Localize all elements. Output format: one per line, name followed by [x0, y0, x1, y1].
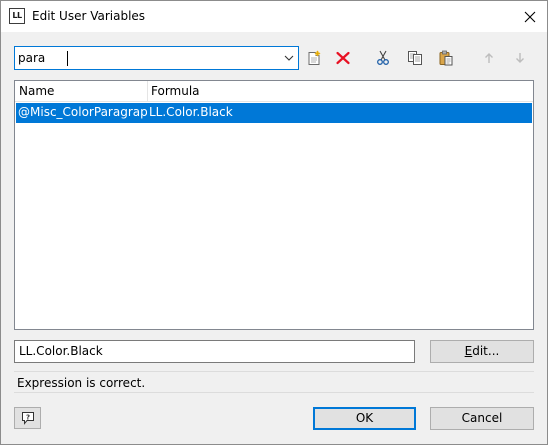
- paste-button[interactable]: [435, 47, 457, 69]
- column-header-formula[interactable]: Formula: [148, 81, 528, 102]
- chevron-down-icon: [284, 55, 294, 61]
- svg-text:?: ?: [25, 413, 29, 421]
- variable-name-cell: @Misc_ColorParagraph: [18, 105, 147, 119]
- copy-button[interactable]: [404, 47, 426, 69]
- arrow-down-icon: [516, 53, 524, 63]
- dropdown-arrow-button[interactable]: [281, 50, 297, 66]
- cancel-button[interactable]: Cancel: [430, 407, 534, 430]
- variable-filter-input[interactable]: [18, 50, 273, 66]
- variable-filter-combobox[interactable]: [14, 46, 299, 70]
- app-logo-icon: LL: [9, 8, 25, 24]
- arrow-up-icon: [485, 53, 493, 63]
- variables-list[interactable]: Name Formula @Misc_ColorParagraph LL.Col…: [14, 80, 534, 330]
- list-header: Name Formula: [15, 81, 533, 102]
- text-cursor: [67, 51, 68, 66]
- edit-button[interactable]: Edit...: [430, 340, 534, 363]
- move-up-button[interactable]: [478, 47, 500, 69]
- new-variable-button[interactable]: [303, 47, 325, 69]
- delete-button[interactable]: [332, 47, 354, 69]
- formula-value: LL.Color.Black: [19, 344, 103, 358]
- clipboard-paste-icon: [439, 50, 453, 66]
- close-button[interactable]: [515, 2, 545, 31]
- new-document-icon: [308, 50, 321, 65]
- move-down-button[interactable]: [509, 47, 531, 69]
- copy-icon: [408, 51, 422, 65]
- variable-formula-cell: LL.Color.Black: [149, 105, 233, 119]
- formula-field[interactable]: LL.Color.Black: [14, 340, 415, 363]
- red-x-delete-icon: [336, 51, 350, 65]
- title-bar: LL Edit User Variables: [1, 1, 547, 32]
- ok-button-label: OK: [355, 411, 374, 425]
- scissors-icon: [377, 50, 389, 65]
- status-bar: Expression is correct.: [14, 371, 534, 393]
- status-message: Expression is correct.: [17, 376, 146, 390]
- window-title: Edit User Variables: [32, 9, 146, 23]
- table-row[interactable]: @Misc_ColorParagraph LL.Color.Black: [16, 103, 532, 123]
- ok-button[interactable]: OK: [313, 407, 416, 430]
- edit-user-variables-dialog: LL Edit User Variables para Name Formula…: [0, 0, 548, 445]
- help-icon: ?: [21, 412, 34, 425]
- close-icon: [524, 11, 536, 22]
- cut-button[interactable]: [372, 47, 394, 69]
- help-button[interactable]: ?: [14, 407, 41, 429]
- edit-button-label: Edit...: [464, 344, 500, 358]
- cancel-button-label: Cancel: [461, 411, 503, 425]
- column-header-name[interactable]: Name: [16, 81, 147, 102]
